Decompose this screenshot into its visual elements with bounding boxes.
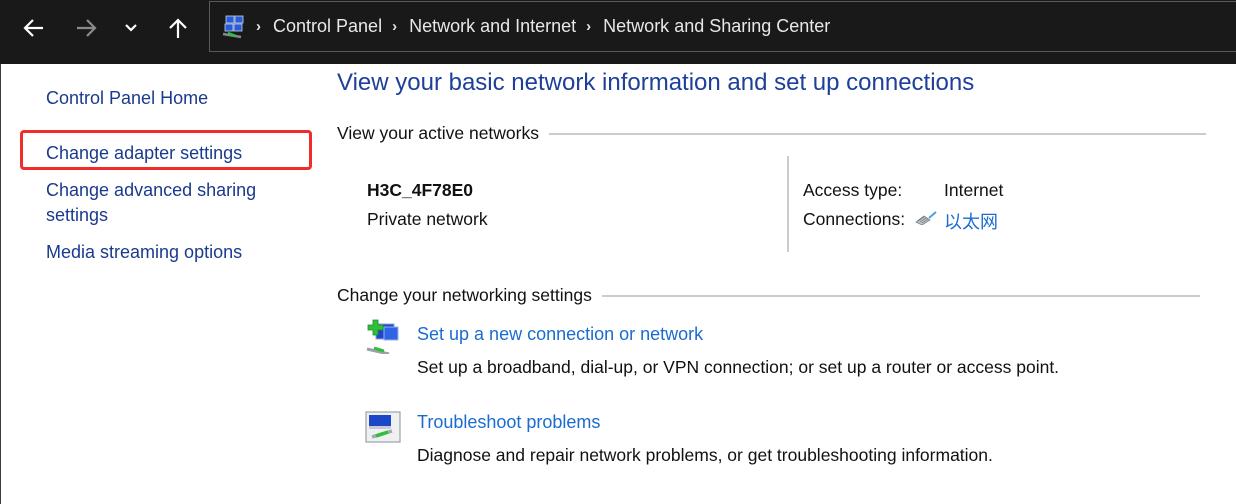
network-type[interactable]: Private network	[367, 209, 488, 230]
arrow-right-icon	[77, 19, 97, 37]
sidebar-item-label: Change advanced sharing	[46, 180, 257, 200]
recent-locations-button[interactable]	[113, 12, 149, 44]
window-edge	[0, 64, 1, 504]
troubleshoot-problems-link[interactable]: Troubleshoot problems	[417, 412, 600, 433]
arrow-left-icon	[23, 19, 43, 37]
control-panel-network-icon	[222, 15, 244, 38]
section-divider	[601, 294, 1200, 297]
troubleshoot-problems-description: Diagnose and repair network problems, or…	[417, 445, 993, 465]
up-button[interactable]	[160, 12, 196, 44]
breadcrumb-separator: ›	[256, 18, 261, 35]
address-bar[interactable]: › Control Panel › Network and Internet ›…	[209, 1, 1236, 52]
network-name: H3C_4F78E0	[367, 180, 474, 200]
breadcrumb-network-and-internet[interactable]: Network and Internet	[409, 16, 576, 37]
connection-link-ethernet[interactable]: 以太网	[944, 208, 998, 234]
troubleshoot-icon	[365, 411, 401, 443]
connections-label: Connections:	[803, 209, 906, 229]
sidebar-item-label: settings	[46, 205, 109, 225]
sidebar-item-change-advanced-sharing[interactable]: Change advanced sharing settings	[46, 178, 256, 228]
breadcrumb-control-panel[interactable]: Control Panel	[273, 16, 382, 37]
forward-button[interactable]	[68, 12, 104, 44]
access-type-label: Access type:	[803, 180, 903, 200]
setup-new-connection-description: Set up a broadband, dial-up, or VPN conn…	[417, 357, 1060, 377]
network-divider	[787, 156, 789, 252]
breadcrumb-separator[interactable]: ›	[392, 18, 397, 35]
sidebar-item-control-panel-home[interactable]: Control Panel Home	[46, 86, 208, 111]
page-title: View your basic network information and …	[337, 69, 975, 96]
back-button[interactable]	[16, 12, 52, 44]
chevron-down-icon	[125, 24, 137, 32]
active-networks-heading: View your active networks	[337, 123, 1206, 144]
ethernet-cable-icon	[915, 211, 937, 225]
access-type-value: Internet	[944, 180, 1004, 200]
title-bar: › Control Panel › Network and Internet ›…	[0, 0, 1236, 64]
new-connection-icon	[366, 319, 399, 354]
breadcrumb-network-sharing-center[interactable]: Network and Sharing Center	[603, 16, 830, 37]
section-heading-text: Change your networking settings	[337, 285, 592, 305]
sidebar-item-media-streaming-options[interactable]: Media streaming options	[46, 240, 242, 265]
arrow-up-icon	[169, 18, 187, 38]
section-divider	[549, 132, 1206, 135]
setup-new-connection-link[interactable]: Set up a new connection or network	[417, 324, 703, 345]
highlight-annotation-box	[20, 130, 312, 170]
section-heading-text: View your active networks	[337, 123, 539, 143]
breadcrumb-separator[interactable]: ›	[586, 18, 591, 35]
networking-settings-heading: Change your networking settings	[337, 285, 1200, 306]
